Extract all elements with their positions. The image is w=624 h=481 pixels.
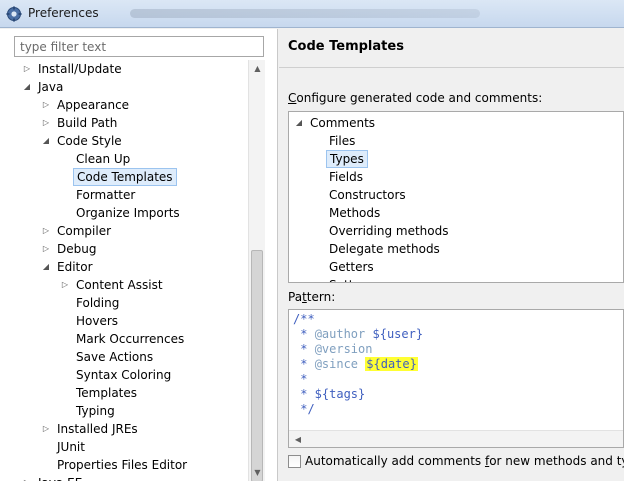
pattern-code: /** * @author ${user} * @version * @sinc… [293,312,423,417]
pattern-horizontal-scrollbar[interactable]: ◀ [289,430,623,447]
tree-item-label: Java EE [35,474,85,481]
collapsed-arrow-icon[interactable]: ▷ [22,60,32,78]
collapsed-arrow-icon[interactable]: ▷ [41,222,51,240]
collapsed-arrow-icon[interactable]: ▷ [60,276,70,294]
tree-item-label: Debug [57,242,97,256]
auto-comments-label[interactable]: Automatically add comments for new metho… [305,454,624,468]
scroll-left-arrow-icon[interactable]: ◀ [291,431,305,447]
tree-item-label: Folding [76,296,120,310]
date-variable-highlight: ${date} [365,357,418,371]
tree-item-label: Methods [329,206,381,220]
tree-item-label: Types [326,150,368,168]
tree-item-label: Overriding methods [329,224,449,238]
preferences-nav-panel: ▷ Install/Update ◢ Java ▷ Appearance ▷ Build Pa… [0,29,278,481]
tree-item-label: Code Templates [73,168,177,186]
title-separator [279,67,624,68]
code-line: * @version [293,342,373,356]
nav-vertical-scrollbar[interactable]: ▲ ▼ [248,60,265,481]
scroll-up-arrow-icon[interactable]: ▲ [249,60,266,77]
tree-item-label: Hovers [76,314,119,328]
tree-item-label: Java [38,80,64,94]
tree-item-label: Editor [57,260,93,274]
tree-item-label: Content Assist [76,278,163,292]
tree-item-label: Save Actions [76,350,154,364]
tree-item-label: Typing [76,404,115,418]
tree-item-label: Getters [329,260,374,274]
tree-item-label: Files [329,134,356,148]
title-bar: Preferences [0,0,624,28]
filter-input[interactable] [14,36,264,57]
code-line: * @author ${user} [293,327,424,341]
pattern-editor[interactable]: /** * @author ${user} * @version * @sinc… [288,309,624,448]
tree-item-label: Mark Occurrences [76,332,185,346]
tree-item-label: Constructors [329,188,406,202]
code-templates-page: Code Templates Configure generated code … [279,29,624,481]
tree-item-label: Installed JREs [57,422,138,436]
tree-item-label: Fields [329,170,363,184]
tree-item-label: Code Style [57,134,122,148]
auto-comments-checkbox[interactable] [288,455,301,468]
tree-item-label: Formatter [76,188,136,202]
tree-item-label: JUnit [57,440,85,454]
tree-item-label: Build Path [57,116,118,130]
expanded-arrow-icon[interactable]: ◢ [294,114,304,132]
tree-item-label: Setters [326,276,375,282]
expanded-arrow-icon[interactable]: ◢ [22,78,32,96]
tree-item-label: Organize Imports [76,206,180,220]
tree-item-label: Compiler [57,224,112,238]
code-line: /** [293,312,315,326]
code-line: * ${tags} [293,387,366,401]
preferences-tree: ▷ Install/Update ◢ Java ▷ Appearance ▷ Build Pa… [14,60,248,481]
scroll-down-arrow-icon[interactable]: ▼ [249,464,266,481]
tree-item-label: Properties Files Editor [57,458,188,472]
tree-item-label: Delegate methods [329,242,440,256]
tree-item-label: Templates [76,386,138,400]
page-title: Code Templates [288,39,404,54]
tree-item-label: Comments [310,116,376,130]
code-line: * [293,372,308,386]
tree-item-label: Install/Update [38,62,122,76]
tree-item-label: Appearance [57,98,130,112]
collapsed-arrow-icon[interactable]: ▷ [41,240,51,258]
preferences-app-icon [6,6,22,22]
tree-item-label: Clean Up [76,152,131,166]
pattern-label: Pattern: [288,290,336,304]
collapsed-arrow-icon[interactable]: ▷ [22,474,32,481]
expanded-arrow-icon[interactable]: ◢ [41,132,51,150]
template-tree[interactable]: ◢ Comments Files Types Fields Constructors Met… [288,111,624,283]
blurred-title-path [130,9,480,18]
tree-item-label: Syntax Coloring [76,368,172,382]
window-title: Preferences [28,6,99,20]
scroll-thumb[interactable] [251,250,263,481]
collapsed-arrow-icon[interactable]: ▷ [41,96,51,114]
code-line: * @since ${date} [293,357,418,371]
collapsed-arrow-icon[interactable]: ▷ [41,420,51,438]
collapsed-arrow-icon[interactable]: ▷ [41,114,51,132]
expanded-arrow-icon[interactable]: ◢ [41,258,51,276]
configure-label: Configure generated code and comments: [288,91,543,105]
code-line: */ [293,402,315,416]
